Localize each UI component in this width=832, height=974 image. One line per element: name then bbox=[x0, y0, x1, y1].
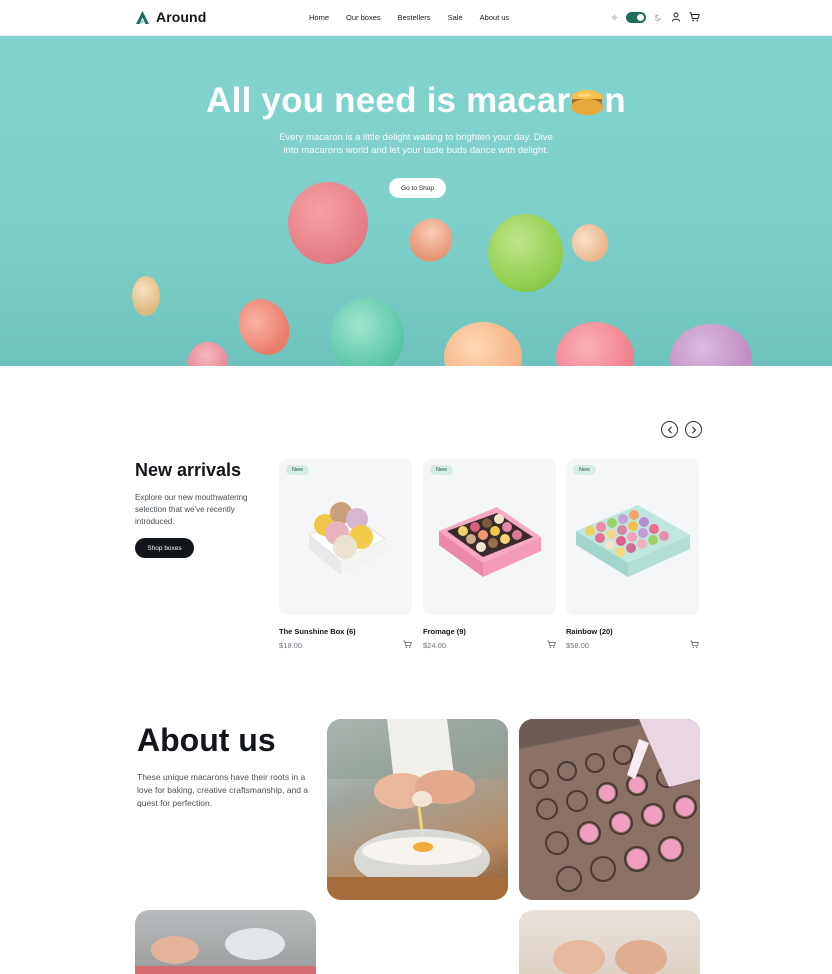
macaron-pink-large bbox=[288, 182, 368, 264]
macaron-pink bbox=[556, 322, 634, 366]
carousel-controls bbox=[661, 421, 702, 438]
macaron-lilac bbox=[670, 324, 752, 366]
hero-banner: All you need is macar n Every macaron is … bbox=[0, 36, 832, 366]
brand-name: Around bbox=[156, 9, 207, 25]
sunshine-box-image bbox=[308, 502, 386, 575]
macaron-cream bbox=[565, 218, 615, 268]
fromage-box-image bbox=[439, 507, 541, 577]
piping-macarons-photo bbox=[519, 719, 700, 900]
hero-title-text-end: n bbox=[604, 81, 626, 120]
egg-cracking-photo bbox=[327, 719, 508, 900]
about-description: These unique macarons have their roots i… bbox=[137, 772, 309, 808]
shop-boxes-button[interactable]: Shop boxes bbox=[135, 538, 194, 558]
new-badge: New bbox=[286, 465, 310, 475]
product-card[interactable]: New bbox=[423, 459, 556, 615]
hero-subtitle: Every macaron is a little delight waitin… bbox=[279, 132, 553, 156]
new-badge: New bbox=[573, 465, 597, 475]
nav-bestellers[interactable]: Bestellers bbox=[398, 13, 431, 22]
site-header: Around Home Our boxes Bestellers Sale Ab… bbox=[0, 0, 832, 36]
add-to-cart-icon[interactable] bbox=[547, 640, 556, 649]
around-logo-icon bbox=[136, 10, 149, 24]
carousel-prev-button[interactable] bbox=[661, 421, 678, 438]
nav-sale[interactable]: Sale bbox=[448, 13, 463, 22]
chevron-right-icon bbox=[691, 426, 696, 433]
new-arrivals-description: Explore our new mouthwatering selection … bbox=[135, 493, 248, 526]
product-name[interactable]: The Sunshine Box (6) bbox=[279, 627, 356, 636]
product-card[interactable]: New bbox=[566, 459, 699, 615]
product-card[interactable]: New bbox=[279, 459, 412, 615]
holding-macaron-photo bbox=[519, 910, 700, 974]
rainbow-box-image bbox=[576, 505, 690, 577]
add-to-cart-icon[interactable] bbox=[403, 640, 412, 649]
macaron-icon bbox=[570, 85, 604, 115]
product-price: $18.00 bbox=[279, 641, 302, 650]
header-actions bbox=[608, 11, 700, 23]
nav-home[interactable]: Home bbox=[309, 13, 329, 22]
product-name[interactable]: Rainbow (20) bbox=[566, 627, 613, 636]
baker-hands-photo bbox=[135, 910, 316, 974]
macaron-pink-small bbox=[182, 336, 234, 366]
carousel-next-button[interactable] bbox=[685, 421, 702, 438]
about-title: About us bbox=[137, 722, 276, 758]
macaron-peach-tilt bbox=[401, 209, 461, 271]
chevron-left-icon bbox=[667, 426, 672, 433]
macaron-salmon bbox=[228, 289, 300, 365]
moon-icon bbox=[652, 11, 664, 23]
user-icon[interactable] bbox=[670, 11, 682, 23]
hero-title-text: All you need is macar bbox=[206, 81, 571, 120]
brand-logo[interactable]: Around bbox=[135, 9, 206, 25]
hero-title: All you need is macar n bbox=[0, 81, 832, 121]
theme-toggle[interactable] bbox=[626, 11, 646, 23]
macaron-beige-left bbox=[132, 276, 160, 316]
macaron-peach bbox=[444, 322, 522, 366]
macaron-mint bbox=[330, 298, 404, 366]
main-nav: Home Our boxes Bestellers Sale About us bbox=[309, 13, 526, 22]
add-to-cart-icon[interactable] bbox=[690, 640, 699, 649]
nav-our-boxes[interactable]: Our boxes bbox=[346, 13, 381, 22]
macaron-green bbox=[488, 214, 563, 292]
product-price: $58.00 bbox=[566, 641, 589, 650]
nav-about-us[interactable]: About us bbox=[480, 13, 510, 22]
sun-icon bbox=[608, 11, 620, 23]
new-badge: New bbox=[430, 465, 454, 475]
cart-icon[interactable] bbox=[688, 11, 700, 23]
product-price: $24.00 bbox=[423, 641, 446, 650]
product-name[interactable]: Fromage (9) bbox=[423, 627, 466, 636]
go-to-shop-button[interactable]: Go to Shop bbox=[389, 178, 446, 198]
new-arrivals-title: New arrivals bbox=[135, 460, 242, 480]
